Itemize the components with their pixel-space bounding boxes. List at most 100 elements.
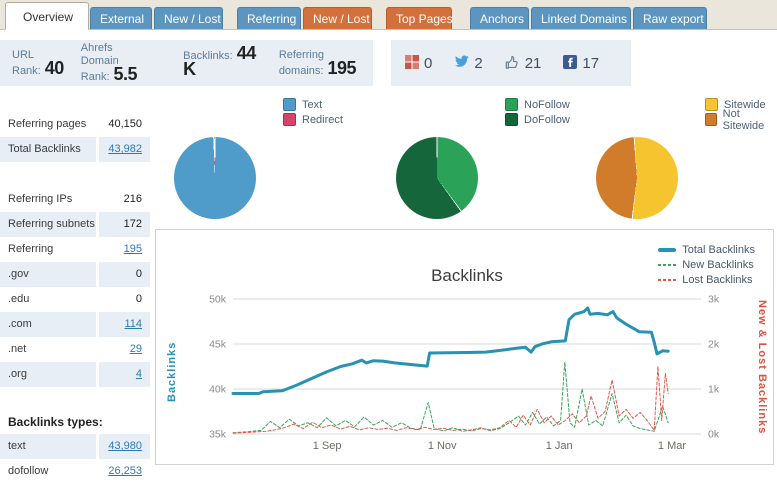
facebook-icon: [563, 55, 577, 72]
backlinks-chart: Backlinks Total BacklinksNew Backlinks Lo…: [155, 229, 774, 465]
stat-label-line2: Rank:40: [12, 62, 64, 78]
chart-legend-sample: [658, 248, 676, 252]
metric-value: 40,150: [99, 112, 150, 137]
pie-legend-backlink-kind: TextRedirect: [283, 97, 343, 127]
stat-label-line2: domains:195: [279, 62, 356, 78]
metric-row-text: text 43,980: [0, 434, 150, 459]
legend-swatch: [705, 98, 718, 111]
stat-domain-rank: AhrefsDomain Rank:5.5: [81, 40, 166, 86]
pie-legend-sitewide-split: SitewideNot Sitewide: [705, 97, 777, 127]
metric-label: Referring domains: [0, 237, 96, 262]
social-count-value: 0: [424, 55, 432, 72]
metric-value: 172: [99, 212, 150, 237]
legend-label: Not Sitewide: [723, 108, 777, 132]
stat-label-line1: Ahrefs: [81, 42, 166, 55]
metric-value: 26,253: [99, 459, 150, 484]
stat-label-line2: Domain Rank:5.5: [81, 55, 166, 84]
legend-swatch: [283, 113, 296, 126]
right-axis-tick: 2k: [708, 339, 720, 351]
metric-row-referring-pages: Referring pages40,150: [0, 112, 150, 137]
metric-value: 216: [99, 187, 150, 212]
series-new-backlinks: [233, 362, 668, 433]
x-axis-tick: 1 Sep: [313, 440, 342, 452]
tab-new-lost[interactable]: New / Lost: [154, 7, 223, 29]
stat-value: 195: [327, 58, 356, 78]
stat-backlinks: Backlinks:44 K: [183, 40, 262, 86]
left-axis-tick: 50k: [209, 294, 227, 306]
social-count-like: 21: [505, 55, 542, 72]
x-axis-tick: 1 Nov: [428, 440, 457, 452]
tab-anchors[interactable]: Anchors: [470, 7, 529, 29]
legend-swatch: [505, 98, 518, 111]
left-axis-tick: 45k: [209, 339, 227, 351]
legend-swatch: [505, 113, 518, 126]
metric-row-total-backlinks: Total Backlinks43,982: [0, 137, 150, 162]
left-axis-label: Backlinks: [166, 342, 178, 402]
metric-value: 0: [99, 287, 150, 312]
right-axis-tick: 3k: [708, 294, 720, 306]
metric-label: text: [0, 434, 96, 459]
metrics-sidebar: Referring pages40,150Total Backlinks43,9…: [0, 112, 150, 484]
chart-legend-sample: [658, 264, 676, 266]
metric-label: .com: [0, 312, 96, 337]
right-axis-tick: 0k: [708, 429, 720, 441]
metric-value-link[interactable]: 195: [124, 243, 142, 255]
delicious-icon: [405, 55, 419, 72]
chart-legend-label: Lost Backlinks: [682, 274, 752, 286]
metric-row-dofollow: dofollow26,253: [0, 459, 150, 484]
legend-swatch: [705, 113, 717, 126]
metric-label: Referring IPs: [0, 187, 96, 212]
metric-value-link[interactable]: 43,980: [108, 440, 142, 452]
social-counters-bar: 022117: [391, 40, 631, 86]
chart-legend-label: Total Backlinks: [682, 244, 755, 256]
legend-entry-dofollow: DoFollow: [505, 112, 570, 127]
left-axis-tick: 40k: [209, 384, 227, 396]
social-count-value: 21: [525, 55, 542, 72]
right-axis-tick: 1k: [708, 384, 720, 396]
stat-rank: URLRank:40: [12, 40, 64, 86]
pie-chart-sitewide-split: [596, 137, 678, 219]
tab-top-pages[interactable]: Top Pages: [386, 7, 452, 29]
metric-label: Referring pages: [0, 112, 96, 137]
x-axis-tick: 1 Jan: [546, 440, 573, 452]
like-icon: [505, 55, 520, 72]
metric-value: 4: [99, 362, 150, 387]
tab-linked-domains[interactable]: Linked Domains: [531, 7, 631, 29]
metric-value: 43,980: [99, 434, 150, 459]
pie-chart-backlink-kind: [174, 137, 256, 219]
pie-legend-follow-split: NoFollowDoFollow: [505, 97, 570, 127]
chart-legend: Total BacklinksNew Backlinks Lost Backlin…: [658, 242, 755, 287]
social-count-twitter: 2: [454, 55, 482, 72]
chart-legend-lost-backlinks: Lost Backlinks: [658, 272, 755, 287]
tab-raw-export[interactable]: Raw export: [633, 7, 707, 29]
series-total-backlinks: [233, 308, 668, 394]
metric-label: .edu: [0, 287, 96, 312]
metric-value-link[interactable]: 43,982: [108, 143, 142, 155]
x-axis-tick: 1 Mar: [658, 440, 686, 452]
metric-value: 0: [99, 262, 150, 287]
legend-entry-redirect: Redirect: [283, 112, 343, 127]
metric-label: Referring subnets: [0, 212, 96, 237]
metric-value-link[interactable]: 114: [124, 318, 142, 330]
metric-value-link[interactable]: 29: [130, 343, 142, 355]
metric-row-referring-ips: Referring IPs216: [0, 187, 150, 212]
metric-row-net: .net29: [0, 337, 150, 362]
metric-row-referring-domains: Referring domains 195: [0, 237, 150, 262]
tab-overview[interactable]: Overview: [5, 2, 89, 30]
legend-label: Text: [302, 99, 322, 111]
metric-value-link[interactable]: 4: [136, 368, 142, 380]
metric-value: 114: [99, 312, 150, 337]
pie-chart-follow-split: [396, 137, 478, 219]
metric-label: .gov: [0, 262, 96, 287]
chart-legend-new-backlinks: New Backlinks: [658, 257, 755, 272]
tab-referring[interactable]: Referring: [237, 7, 301, 29]
metric-value-link[interactable]: 26,253: [108, 465, 142, 477]
tab-new-lost[interactable]: New / Lost: [303, 7, 372, 29]
right-axis-label: New & Lost Backlinks: [756, 300, 768, 434]
legend-swatch: [283, 98, 296, 111]
legend-label: DoFollow: [524, 114, 570, 126]
tab-external[interactable]: External: [90, 7, 152, 29]
metric-label: .org: [0, 362, 96, 387]
stat-label-line2: Backlinks:44 K: [183, 47, 262, 79]
stat-value: 5.5: [114, 64, 138, 84]
